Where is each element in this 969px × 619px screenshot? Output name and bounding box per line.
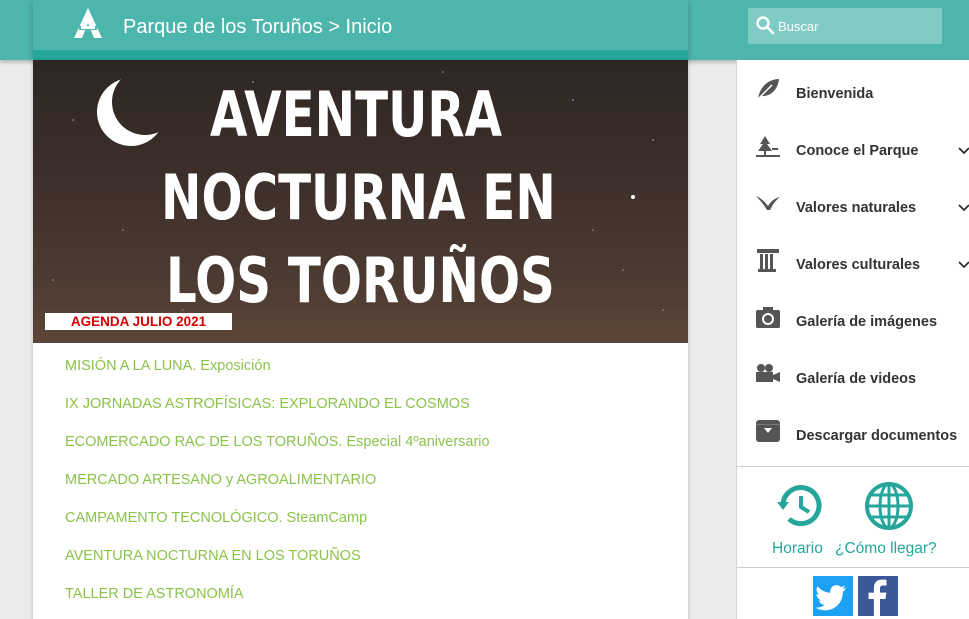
history-clock-icon[interactable] (775, 480, 827, 532)
search-box[interactable] (748, 8, 942, 44)
facebook-icon[interactable] (858, 576, 898, 616)
breadcrumb[interactable]: Parque de los Toruños > Inicio (123, 16, 392, 39)
search-input[interactable] (778, 8, 938, 44)
sidebar-divider (737, 466, 969, 467)
banner-title-line-1: AVENTURA (210, 78, 503, 151)
twitter-icon[interactable] (813, 576, 853, 616)
horario-link[interactable]: Horario (772, 540, 823, 558)
sidebar-item-label: Conoce el Parque (796, 143, 919, 159)
header-card: Parque de los Toruños > Inicio (33, 0, 688, 60)
sidebar-item-galeria-imagenes[interactable]: Galería de imágenes (737, 288, 969, 345)
sidebar-divider (737, 567, 969, 568)
sidebar-item-label: Descargar documentos (796, 428, 958, 444)
event-link[interactable]: AVENTURA NOCTURNA EN LOS TORUÑOS (65, 548, 361, 564)
globe-icon[interactable] (863, 480, 915, 532)
sidebar-item-valores-naturales[interactable]: Valores naturales (737, 174, 969, 231)
camera-icon (756, 307, 780, 328)
leaf-icon (757, 79, 779, 100)
event-banner[interactable]: AVENTURA NOCTURNA EN LOS TORUÑOS AGENDA … (33, 60, 688, 343)
sidebar-item-bienvenida[interactable]: Bienvenida (737, 60, 969, 117)
sidebar-item-label: Valores naturales (796, 200, 917, 216)
sidebar-item-conoce-el-parque[interactable]: Conoce el Parque (737, 117, 969, 174)
sidebar-item-label: Galería de videos (796, 371, 917, 387)
search-icon[interactable] (755, 15, 775, 35)
sidebar: Bienvenida Conoce el Parque Valores natu… (736, 60, 969, 619)
bird-icon (756, 196, 780, 210)
junta-andalucia-logo-icon[interactable] (71, 6, 105, 40)
video-camera-icon (756, 364, 780, 382)
event-link[interactable]: MISIÓN A LA LUNA. Exposición (65, 358, 271, 374)
tree-icon (756, 136, 780, 157)
sidebar-item-label: Valores culturales (796, 257, 921, 273)
chevron-down-icon[interactable] (957, 145, 969, 157)
header-accent (33, 50, 688, 60)
event-link[interactable]: ECOMERCADO RAC DE LOS TORUÑOS. Especial … (65, 434, 490, 450)
event-link[interactable]: TALLER DE ASTRONOMÍA (65, 586, 244, 602)
sidebar-item-label: Bienvenida (796, 86, 874, 102)
column-icon (757, 249, 779, 272)
event-link[interactable]: IX JORNADAS ASTROFÍSICAS: EXPLORANDO EL … (65, 396, 470, 412)
archive-download-icon (756, 420, 780, 442)
como-llegar-link[interactable]: ¿Cómo llegar? (835, 540, 937, 558)
banner-title-line-2: NOCTURNA EN (161, 161, 556, 234)
banner-title-line-3: LOS TORUÑOS (166, 244, 555, 317)
event-link[interactable]: CAMPAMENTO TECNOLÓGICO. SteamCamp (65, 510, 367, 526)
crescent-moon-icon (97, 78, 165, 146)
sidebar-item-label: Galería de imágenes (796, 314, 938, 330)
agenda-badge: AGENDA JULIO 2021 (45, 313, 232, 330)
sidebar-item-galeria-videos[interactable]: Galería de videos (737, 345, 969, 402)
sidebar-item-descargar-documentos[interactable]: Descargar documentos (737, 402, 969, 459)
chevron-down-icon[interactable] (957, 202, 969, 214)
event-link[interactable]: MERCADO ARTESANO y AGROALIMENTARIO (65, 472, 376, 488)
sidebar-item-valores-culturales[interactable]: Valores culturales (737, 231, 969, 288)
chevron-down-icon[interactable] (957, 259, 969, 271)
main-card: AVENTURA NOCTURNA EN LOS TORUÑOS AGENDA … (33, 60, 688, 619)
